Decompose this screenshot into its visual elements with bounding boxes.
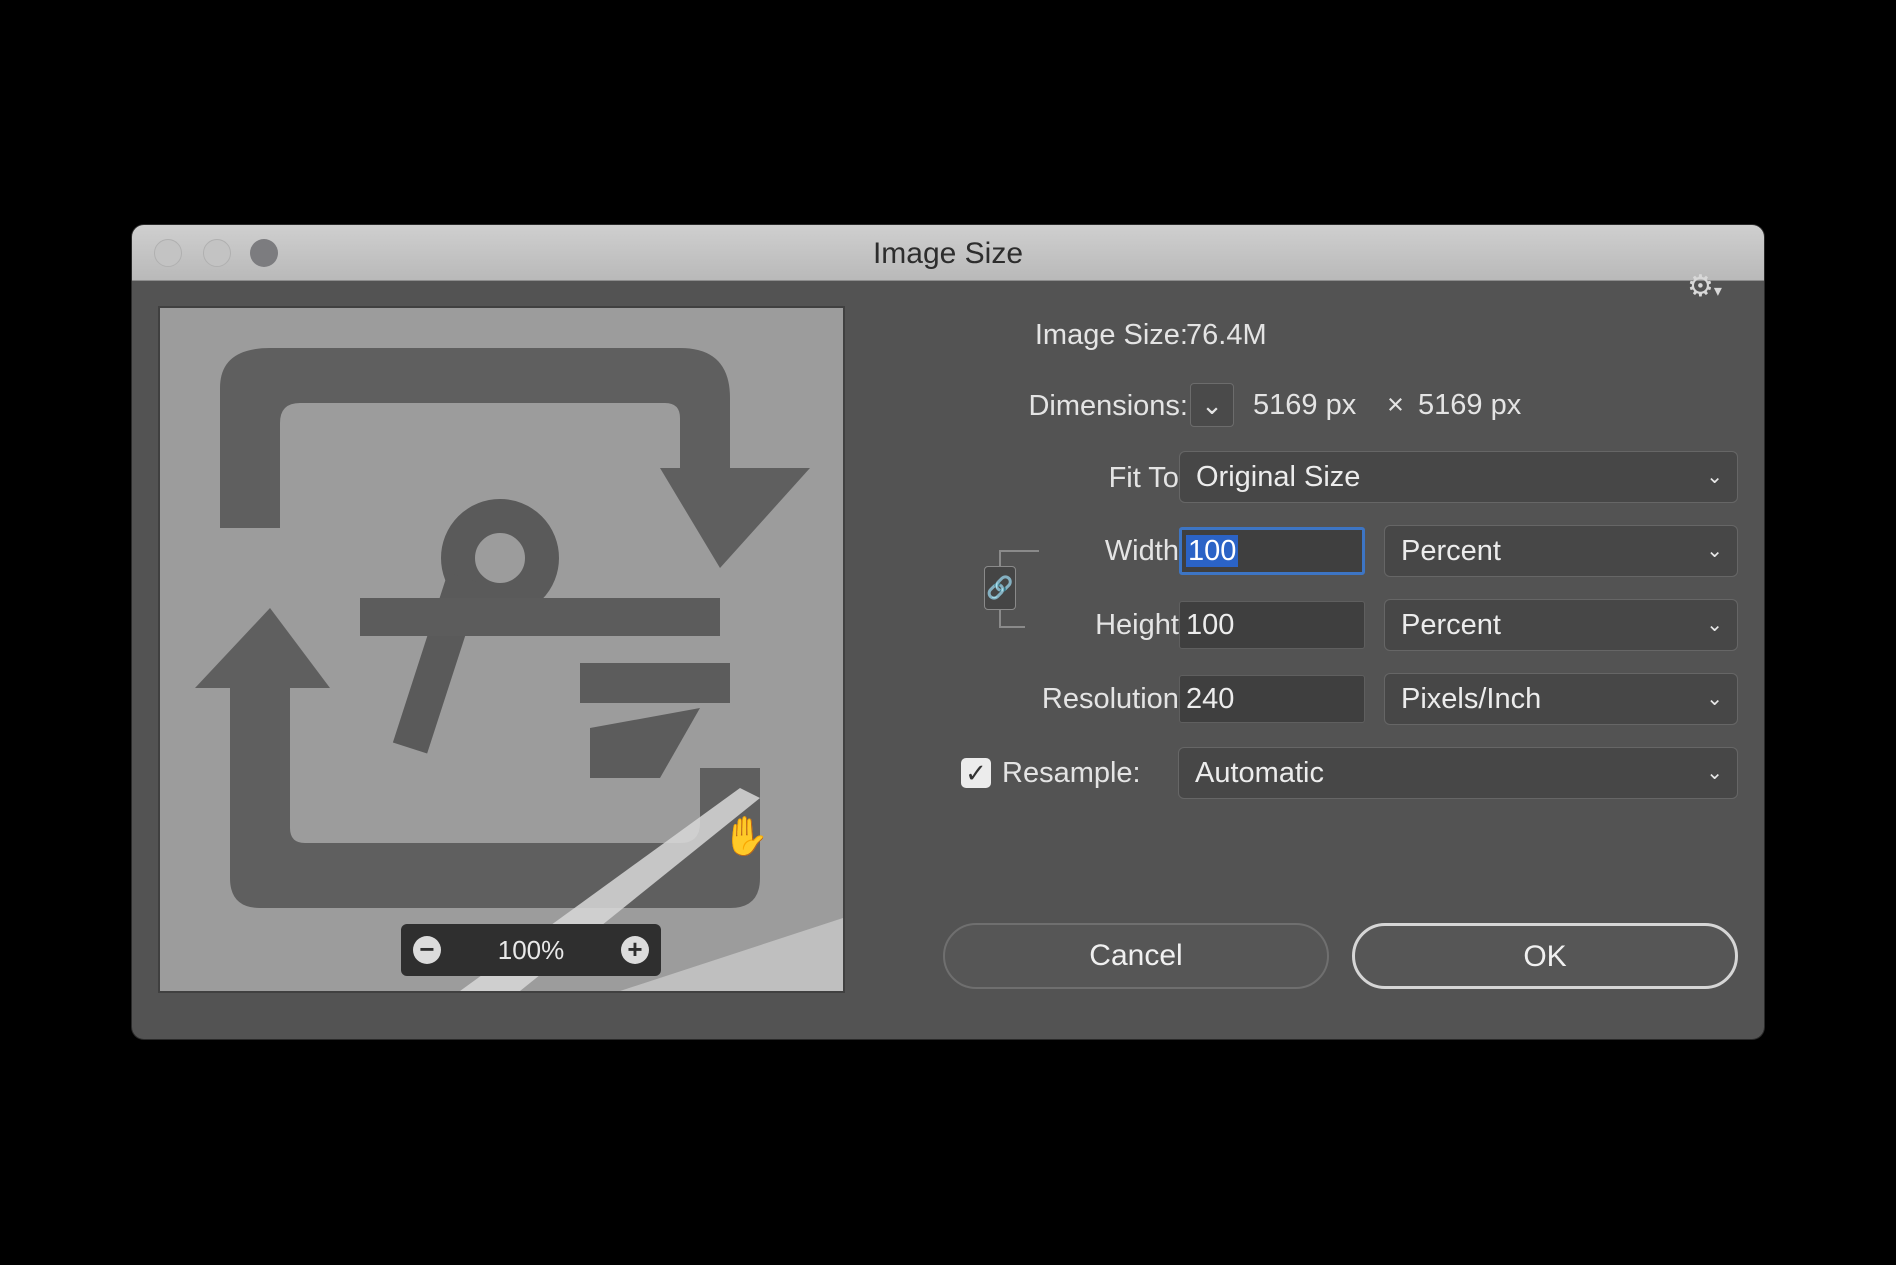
fit-to-value: Original Size [1196,461,1361,493]
chevron-down-icon: ⌄ [1706,540,1723,562]
image-size-label: Image Size: [1034,319,1188,351]
height-input[interactable]: 100 [1179,601,1365,649]
title-bar[interactable]: Image Size [132,225,1764,281]
height-unit-select[interactable]: Percent ⌄ [1384,599,1738,651]
chevron-down-icon: ⌄ [1706,614,1723,636]
resample-label: Resample: [1002,757,1141,789]
chevron-down-icon: ⌄ [1201,390,1223,420]
image-preview[interactable]: ✋ − 100% + [158,306,845,993]
resolution-unit-value: Pixels/Inch [1401,683,1542,715]
width-value: 100 [1186,535,1239,567]
resample-method-value: Automatic [1195,757,1324,789]
chevron-down-icon: ⌄ [1706,688,1723,710]
width-input[interactable]: 100 [1179,527,1365,575]
ok-button[interactable]: OK [1352,923,1738,989]
dimension-width-value: 5169 px [1253,389,1357,421]
width-label: Width: [1104,535,1187,567]
resolution-label: Resolution: [1041,683,1187,715]
image-size-dialog: Image Size ✋ − 100% + Image Size: 76.4M [132,225,1764,1039]
fit-to-label: Fit To: [1108,462,1187,494]
dimensions-label: Dimensions: [1028,390,1188,422]
cancel-button[interactable]: Cancel [943,923,1329,989]
checkmark-icon: ✓ [965,758,987,788]
width-unit-value: Percent [1401,535,1501,567]
zoom-out-button[interactable]: − [413,936,441,964]
resolution-unit-select[interactable]: Pixels/Inch ⌄ [1384,673,1738,725]
dimensions-units-dropdown[interactable]: ⌄ [1190,383,1234,427]
resolution-value: 240 [1186,683,1235,715]
zoom-in-button[interactable]: + [621,936,649,964]
height-unit-value: Percent [1401,609,1501,641]
height-label: Height: [1095,609,1187,641]
resample-method-select[interactable]: Automatic ⌄ [1178,747,1738,799]
image-size-value: 76.4M [1186,319,1267,351]
hand-cursor-icon: ✋ [722,816,770,858]
dimension-times-sign: × [1387,389,1404,421]
height-value: 100 [1186,609,1235,641]
preview-image [160,308,843,991]
resample-checkbox[interactable]: ✓ [961,758,991,788]
constrain-bracket-bottom [999,610,1025,628]
width-unit-select[interactable]: Percent ⌄ [1384,525,1738,577]
dimension-height-value: 5169 px [1418,389,1522,421]
chevron-down-icon: ⌄ [1706,762,1723,784]
dialog-title: Image Size [872,237,1024,270]
fit-to-select[interactable]: Original Size ⌄ [1179,451,1738,503]
chevron-down-icon: ⌄ [1706,466,1723,488]
gear-icon[interactable]: ⚙▾ [1687,267,1731,307]
preview-zoom-control: − 100% + [401,924,661,976]
constrain-link-icon[interactable]: 🔗 [984,566,1016,610]
zoom-level: 100% [497,935,565,965]
resolution-input[interactable]: 240 [1179,675,1365,723]
